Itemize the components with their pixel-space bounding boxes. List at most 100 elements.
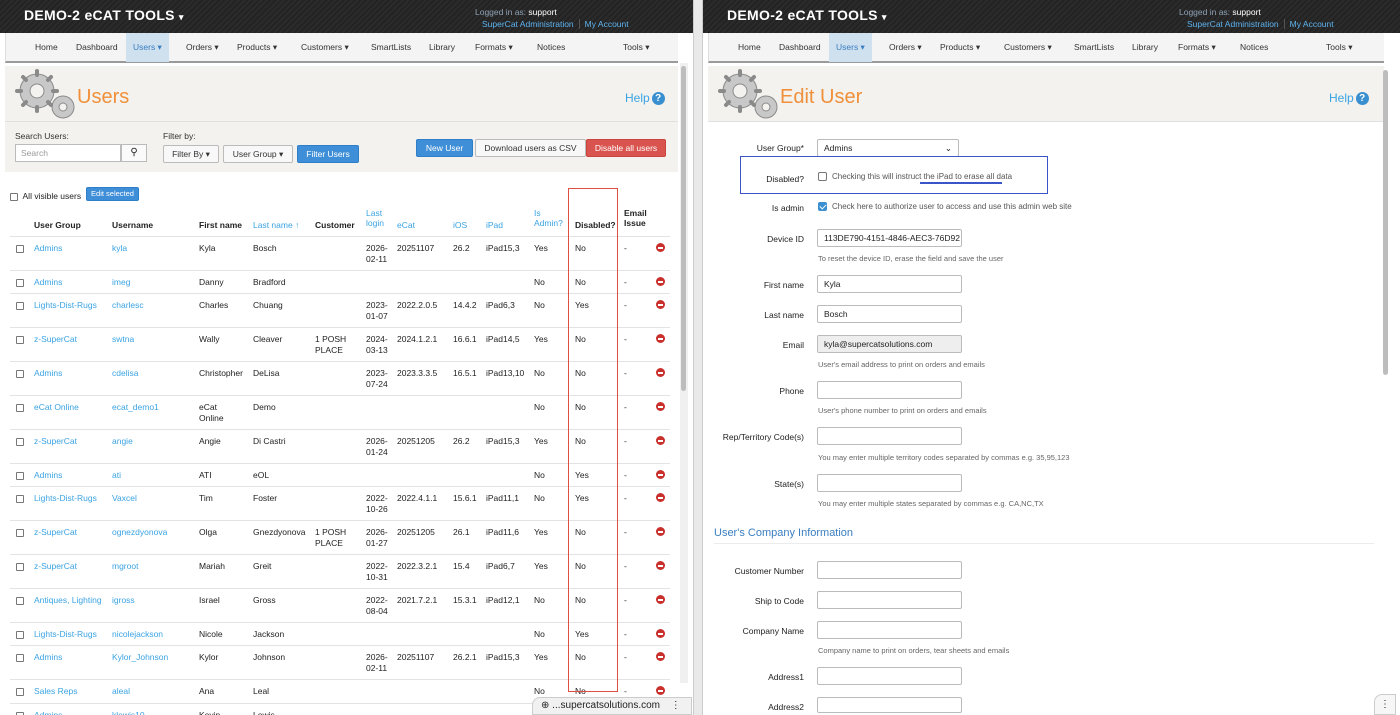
col-ecat[interactable]: eCat: [397, 220, 415, 230]
nav-dashboard[interactable]: Dashboard: [772, 33, 828, 62]
user-group-select[interactable]: Admins ⌄: [817, 139, 959, 157]
nav-home[interactable]: Home: [28, 33, 65, 62]
disabled-checkbox[interactable]: [818, 172, 827, 181]
nav-dashboard[interactable]: Dashboard: [69, 33, 125, 62]
disable-all-button[interactable]: Disable all users: [586, 139, 666, 157]
company-name-field[interactable]: [817, 621, 962, 639]
search-button[interactable]: ⚲: [121, 144, 147, 162]
nav-tools[interactable]: Tools ▾: [1319, 33, 1359, 62]
cell-username[interactable]: ecat_demo1: [112, 402, 159, 413]
delete-icon[interactable]: [656, 436, 665, 445]
cell-group[interactable]: z-SuperCat: [34, 527, 77, 538]
cell-username[interactable]: aleal: [112, 686, 130, 697]
row-checkbox[interactable]: [16, 529, 24, 537]
cell-group[interactable]: Lights-Dist-Rugs: [34, 629, 97, 640]
cell-group[interactable]: Admins: [34, 368, 62, 379]
delete-icon[interactable]: [656, 334, 665, 343]
delete-icon[interactable]: [656, 243, 665, 252]
row-checkbox[interactable]: [16, 495, 24, 503]
rep-code-field[interactable]: [817, 427, 962, 445]
cell-username[interactable]: charlesc: [112, 300, 144, 311]
cell-username[interactable]: Vaxcel: [112, 493, 137, 504]
search-input[interactable]: Search: [15, 144, 121, 162]
nav-orders[interactable]: Orders ▾: [179, 33, 226, 62]
more-icon[interactable]: ⋮: [1374, 694, 1396, 715]
help-link[interactable]: Help?: [625, 91, 665, 106]
cell-group[interactable]: Admins: [34, 277, 62, 288]
nav-tools[interactable]: Tools ▾: [616, 33, 656, 62]
row-checkbox[interactable]: [16, 302, 24, 310]
cell-username[interactable]: swtna: [112, 334, 134, 345]
col-ipad[interactable]: iPad: [486, 220, 503, 230]
delete-icon[interactable]: [656, 277, 665, 286]
col-email-issue[interactable]: Email Issue: [624, 208, 647, 228]
col-is-admin[interactable]: Is Admin?: [534, 208, 563, 228]
scrollbar-thumb[interactable]: [681, 66, 686, 391]
cell-username[interactable]: mgroot: [112, 561, 138, 572]
row-checkbox[interactable]: [16, 472, 24, 480]
nav-notices[interactable]: Notices: [530, 33, 572, 62]
scrollbar-thumb[interactable]: [1383, 70, 1388, 375]
cell-group[interactable]: Lights-Dist-Rugs: [34, 300, 97, 311]
cell-group[interactable]: Admins: [34, 710, 62, 715]
cell-group[interactable]: eCat Online: [34, 402, 79, 413]
delete-icon[interactable]: [656, 595, 665, 604]
delete-icon[interactable]: [656, 470, 665, 479]
delete-icon[interactable]: [656, 527, 665, 536]
cell-group[interactable]: Admins: [34, 470, 62, 481]
states-field[interactable]: [817, 474, 962, 492]
nav-library[interactable]: Library: [422, 33, 462, 62]
cell-username[interactable]: ati: [112, 470, 121, 481]
cell-group[interactable]: z-SuperCat: [34, 334, 77, 345]
cell-username[interactable]: Kylor_Johnson: [112, 652, 168, 663]
nav-customers[interactable]: Customers ▾: [997, 33, 1059, 62]
cell-username[interactable]: igross: [112, 595, 135, 606]
delete-icon[interactable]: [656, 368, 665, 377]
supercat-admin-link[interactable]: SuperCat Administration: [1187, 19, 1284, 29]
cell-group[interactable]: Antiques, Lighting: [34, 595, 102, 606]
cell-username[interactable]: imeg: [112, 277, 130, 288]
col-first-name[interactable]: First name: [199, 220, 242, 230]
ship-to-field[interactable]: [817, 591, 962, 609]
nav-customers[interactable]: Customers ▾: [294, 33, 356, 62]
nav-notices[interactable]: Notices: [1233, 33, 1275, 62]
new-user-button[interactable]: New User: [416, 139, 473, 157]
nav-users[interactable]: Users ▾: [829, 33, 872, 62]
cell-username[interactable]: cdelisa: [112, 368, 138, 379]
cell-group[interactable]: Admins: [34, 243, 62, 254]
cell-group[interactable]: z-SuperCat: [34, 436, 77, 447]
row-checkbox[interactable]: [16, 370, 24, 378]
nav-formats[interactable]: Formats ▾: [1171, 33, 1223, 62]
device-id-field[interactable]: 113DE790-4151-4846-AEC3-76D92: [817, 229, 962, 247]
supercat-admin-link[interactable]: SuperCat Administration: [482, 19, 579, 29]
col-user-group[interactable]: User Group: [34, 220, 81, 230]
cell-group[interactable]: Sales Reps: [34, 686, 77, 697]
nav-smartlists[interactable]: SmartLists: [1067, 33, 1121, 62]
phone-field[interactable]: [817, 381, 962, 399]
nav-smartlists[interactable]: SmartLists: [364, 33, 418, 62]
brand-menu[interactable]: DEMO-2 eCAT TOOLS ▾: [24, 7, 184, 23]
col-customer[interactable]: Customer: [315, 220, 355, 230]
filter-by-dropdown[interactable]: Filter By ▾: [163, 145, 219, 163]
brand-menu[interactable]: DEMO-2 eCAT TOOLS ▾: [727, 7, 887, 23]
cell-username[interactable]: nicolejackson: [112, 629, 163, 640]
row-checkbox[interactable]: [16, 597, 24, 605]
cell-username[interactable]: kyla: [112, 243, 127, 254]
row-checkbox[interactable]: [16, 563, 24, 571]
filter-users-button[interactable]: Filter Users: [297, 145, 359, 163]
row-checkbox[interactable]: [16, 245, 24, 253]
delete-icon[interactable]: [656, 686, 665, 695]
cell-group[interactable]: z-SuperCat: [34, 561, 77, 572]
nav-users[interactable]: Users ▾: [126, 33, 169, 62]
address1-field[interactable]: [817, 667, 962, 685]
row-checkbox[interactable]: [16, 438, 24, 446]
cell-username[interactable]: klewis10: [112, 710, 145, 715]
address2-field[interactable]: [817, 697, 962, 713]
col-ios[interactable]: iOS: [453, 220, 467, 230]
cell-username[interactable]: ognezdyonova: [112, 527, 167, 538]
my-account-link[interactable]: My Account: [578, 19, 634, 29]
col-last-name[interactable]: Last name ↑: [253, 220, 299, 230]
edit-selected-button[interactable]: Edit selected: [86, 187, 139, 201]
customer-number-field[interactable]: [817, 561, 962, 579]
delete-icon[interactable]: [656, 493, 665, 502]
